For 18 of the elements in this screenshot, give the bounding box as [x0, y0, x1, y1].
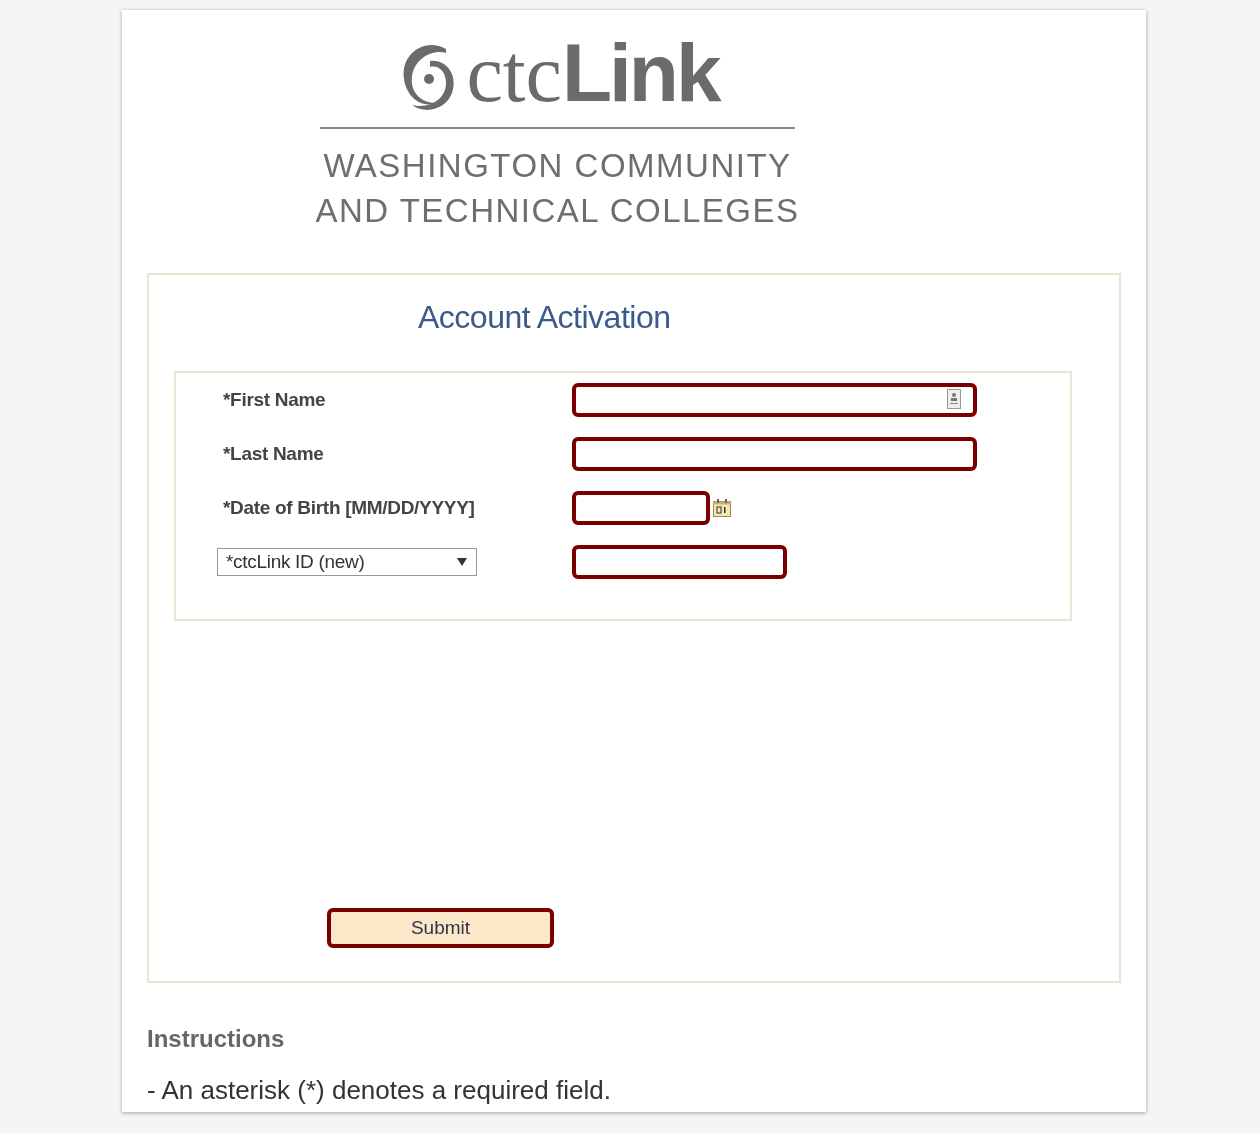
- input-field[interactable]: [572, 491, 710, 525]
- input-field[interactable]: [572, 545, 787, 579]
- field-label: *Last Name: [223, 442, 324, 464]
- form-title: Account Activation: [418, 298, 672, 337]
- contact-card-icon[interactable]: [947, 389, 961, 409]
- field-label: *First Name: [223, 388, 326, 410]
- input-field[interactable]: [572, 383, 977, 417]
- logo-wordmark: ctcLink: [466, 32, 719, 115]
- logo-subtitle: AND TECHNICAL COLLEGES: [315, 191, 800, 231]
- caret-icon: [456, 557, 468, 567]
- instructions-text: - An asterisk (*) denotes a required field.: [147, 1074, 612, 1107]
- instructions-heading: Instructions: [147, 1024, 286, 1054]
- id-type-dropdown[interactable]: *ctcLink ID (new): [217, 548, 477, 576]
- input-field[interactable]: [572, 437, 977, 471]
- logo-subtitle: WASHINGTON COMMUNITY: [323, 146, 792, 186]
- calendar-icon[interactable]: [712, 498, 732, 518]
- submit-button[interactable]: Submit: [327, 908, 554, 948]
- field-label: *Date of Birth [MM/DD/YYYY]: [223, 496, 475, 518]
